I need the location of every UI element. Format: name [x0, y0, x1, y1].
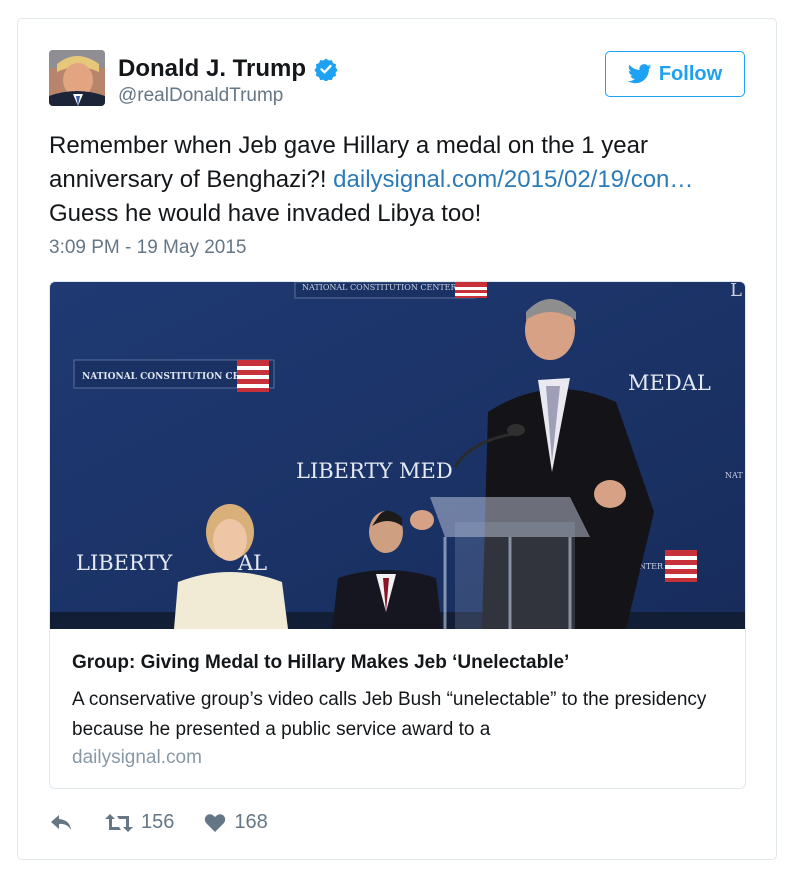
like-count: 168: [234, 811, 268, 833]
sign-nat-right: NAT: [725, 471, 743, 480]
card-description: A conservative group’s video calls Jeb B…: [72, 689, 707, 740]
verified-badge-icon: [314, 58, 338, 81]
event-photo: NATIONAL CONSTITUTION CENTER L NATIONAL …: [50, 282, 745, 629]
sign-ncc-top: NATIONAL CONSTITUTION CENTER: [302, 283, 457, 292]
tweet-text: Remember when Jeb gave Hillary a medal o…: [49, 129, 749, 231]
tweet-actions: 156 168: [49, 811, 268, 834]
tweet-card: Donald J. Trump @realDonaldTrump Follow …: [17, 18, 777, 860]
author-handle[interactable]: @realDonaldTrump: [118, 85, 283, 107]
display-name[interactable]: Donald J. Trump: [118, 55, 306, 83]
retweet-icon: [105, 813, 133, 832]
follow-label: Follow: [658, 62, 723, 85]
sign-liberty-medal-center: LIBERTY MED: [296, 459, 453, 483]
link-preview-card[interactable]: NATIONAL CONSTITUTION CENTER L NATIONAL …: [49, 281, 746, 789]
avatar[interactable]: [49, 50, 105, 106]
card-title[interactable]: Group: Giving Medal to Hillary Makes Jeb…: [72, 652, 569, 674]
sign-medal-right: MEDAL: [628, 371, 711, 395]
follow-button[interactable]: Follow: [605, 51, 745, 97]
card-image[interactable]: NATIONAL CONSTITUTION CENTER L NATIONAL …: [50, 282, 745, 629]
card-domain: dailysignal.com: [72, 747, 202, 768]
retweet-button[interactable]: 156: [105, 811, 174, 834]
sign-corner-letter: L: [730, 282, 742, 301]
tweet-text-part2: Guess he would have invaded Libya too!: [49, 200, 482, 227]
author-name-row[interactable]: Donald J. Trump: [118, 55, 338, 83]
tweet-timestamp[interactable]: 3:09 PM - 19 May 2015: [49, 237, 247, 259]
retweet-count: 156: [141, 811, 175, 833]
twitter-bird-icon: [627, 64, 652, 84]
heart-icon: [205, 813, 226, 832]
tweet-link[interactable]: dailysignal.com/2015/02/19/con…: [333, 166, 693, 193]
sign-liberty-medal-left: LIBERTY: [76, 551, 173, 575]
reply-button[interactable]: [49, 813, 73, 833]
like-button[interactable]: 168: [204, 811, 268, 834]
reply-icon: [51, 814, 71, 830]
